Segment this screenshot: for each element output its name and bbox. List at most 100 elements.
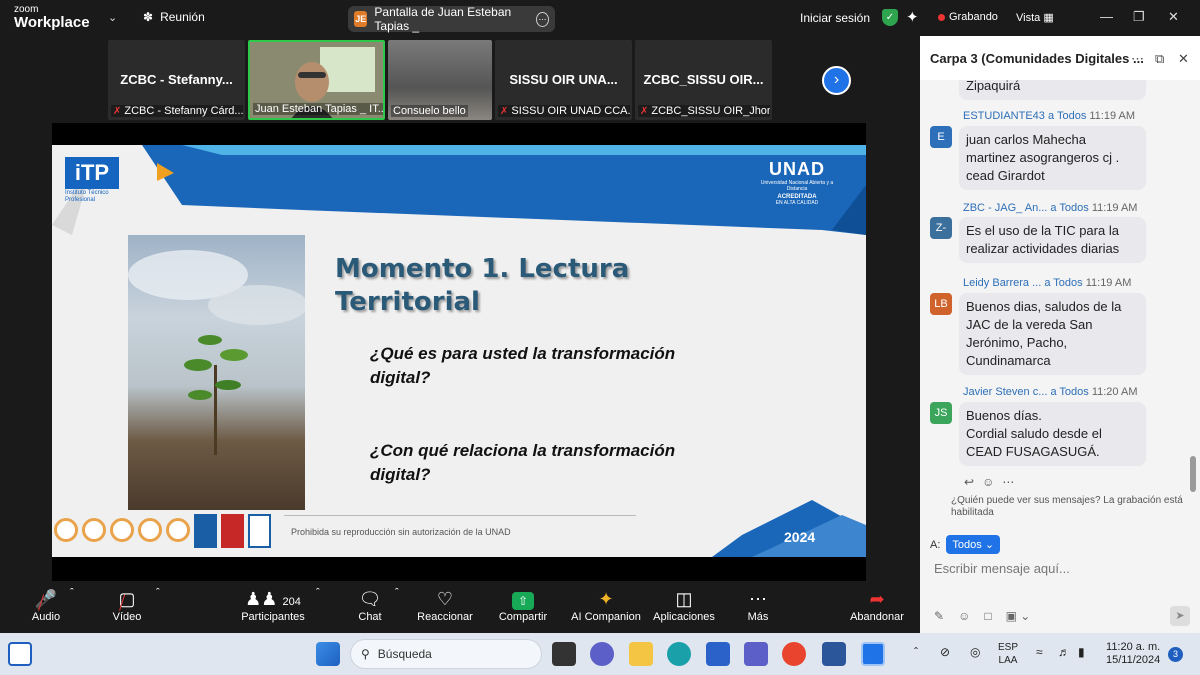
ai-sparkle-icon[interactable]: ✦ [906,8,919,26]
encryption-shield-icon[interactable]: ✓ [882,9,898,26]
clock[interactable]: 11:20 a. m. 15/11/2024 [1106,641,1160,667]
network-off-icon[interactable]: ⊘ [940,646,950,659]
certification-seal-icon [82,518,106,542]
message-text: Buenos dias, saludos de la JAC de la ver… [966,299,1122,368]
leave-button[interactable]: ➦ Abandonar [848,587,906,623]
sapling-photo [128,235,305,510]
more-options-icon[interactable]: ⋯ [536,11,549,27]
chat-tools: ✎ ☺ □ ▣ ⌄ [934,609,1030,623]
reply-icon[interactable]: ↩ [964,475,974,489]
chrome-icon[interactable] [782,642,806,666]
more-options-icon[interactable]: ⋯ [1131,51,1144,67]
send-icon[interactable]: ➤ [1170,606,1190,626]
meet-icon[interactable] [590,642,614,666]
windows-start-icon[interactable] [316,642,340,666]
language-indicator[interactable]: ESP LAA [998,641,1018,667]
wifi-icon[interactable]: ≈ [1036,646,1043,659]
volume-icon[interactable]: ♬ [1058,646,1070,659]
view-button[interactable]: Vista ▦ [1016,11,1054,24]
recording-indicator[interactable]: Grabando [938,11,998,23]
language-code: ESP [998,642,1019,653]
apps-button[interactable]: ◫ Aplicaciones [652,587,716,623]
certification-seal-icon [166,518,190,542]
ai-companion-button[interactable]: ✦ AI Companion [570,587,642,623]
screenshot-icon[interactable]: ▣ ⌄ [1006,609,1031,623]
format-icon[interactable]: ✎ [934,609,944,623]
file-explorer-icon[interactable] [629,642,653,666]
video-button[interactable]: ▢ ⧸ Vídeo [110,587,144,623]
sender-name[interactable]: Javier Steven c... [963,386,1047,398]
chat-button[interactable]: 🗨 Chat [354,587,386,623]
more-button[interactable]: ⋯ Más [743,587,773,623]
chevron-down-icon[interactable]: ⌄ [108,11,117,24]
react-button[interactable]: ♡ Reaccionar [416,587,474,623]
share-label: Compartir [498,611,548,623]
participants-label: Participantes [241,611,305,623]
chat-scrollbar[interactable] [1190,456,1196,492]
recipient-dropdown[interactable]: Todos ⌄ [946,535,1001,554]
popout-icon[interactable]: ⧉ [1155,51,1164,67]
meeting-menu[interactable]: ✽ Reunión [143,10,205,24]
minimize-icon[interactable]: — [1100,9,1113,24]
audio-button[interactable]: 🎤 ⧸ Audio [30,587,62,623]
video-options-icon[interactable]: ˆ [156,587,160,599]
participant-tile[interactable]: ZCBC_SISSU OIR... ✗ ZCBC_SISSU OIR_Jhon..… [635,40,772,120]
sender-name[interactable]: Leidy Barrera ... [963,277,1041,289]
word-icon[interactable] [822,642,846,666]
more-icon[interactable]: ⋯ [1002,475,1014,489]
participant-tile[interactable]: Consuelo bello [388,40,492,120]
participants-options-icon[interactable]: ˆ [316,587,320,599]
chat-input[interactable]: Escribir mensaje aquí... [934,561,1070,576]
sender-name[interactable]: ZBC - JAG_ An... [963,202,1047,214]
timestamp: 11:19 AM [1085,277,1132,289]
zoom-logo[interactable]: zoom Workplace [14,5,90,31]
emoji-icon[interactable]: ☺ [958,609,970,623]
zoom-window: zoom Workplace ⌄ ✽ Reunión JE Pantalla d… [0,0,1200,675]
record-dot-icon [938,13,945,21]
privacy-notice[interactable]: ¿Quién puede ver sus mensajes? La grabac… [934,495,1192,519]
recording-label: Grabando [949,11,998,23]
store-icon[interactable] [706,642,730,666]
share-button[interactable]: ⇧ Compartir [496,587,550,623]
battery-icon[interactable]: ▮ [1078,646,1085,659]
chat-messages[interactable]: Zipaquirá ESTUDIANTE43 a Todos 11:19 AM … [920,80,1190,500]
title-bar-right: Grabando Vista ▦ — ❐ ✕ [920,0,1200,36]
close-icon[interactable]: ✕ [1178,51,1189,67]
close-window-icon[interactable]: ✕ [1168,9,1179,25]
message-meta: ZBC - JAG_ An... a Todos 11:19 AM [963,202,1137,214]
itp-logo-mark: iTP [65,157,119,189]
restore-icon[interactable]: ❐ [1133,9,1145,25]
signin-link[interactable]: Iniciar sesión [800,11,870,25]
zoom-app-icon[interactable] [861,642,885,666]
chat-options-icon[interactable]: ˆ [395,587,399,599]
paw-icon: ✽ [143,10,154,24]
teams-icon[interactable] [744,642,768,666]
desktop-widget-icon[interactable] [8,642,32,666]
location-icon[interactable]: ◎ [970,646,980,659]
certification-logos [54,514,271,548]
participant-tile-active[interactable]: Juan Esteban Tapias _ IT... [248,40,385,120]
avatar: LB [930,293,952,315]
emoji-react-icon[interactable]: ☺ [982,475,994,489]
view-label: Vista [1016,12,1041,24]
next-page-icon[interactable]: › [822,66,851,95]
edge-icon[interactable] [667,642,691,666]
taskbar-search[interactable]: ⚲ Búsqueda [350,639,542,669]
file-icon[interactable]: □ [984,609,991,623]
participants-button[interactable]: ♟♟ 204 Participantes [240,587,306,623]
question-line: digital? [370,465,431,484]
tray-chevron-icon[interactable]: ˆ [914,646,918,659]
screen-share-pill[interactable]: JE Pantalla de Juan Esteban Tapias _ ⋯ [348,5,555,33]
chat-input-placeholder: Escribir mensaje aquí... [934,561,1070,576]
sender-name[interactable]: ESTUDIANTE43 [963,110,1045,122]
unad-logo-subtitle: Universidad Nacional Abierta y a Distanc… [760,180,834,192]
task-view-icon[interactable] [552,642,576,666]
audio-options-icon[interactable]: ˆ [70,587,74,599]
participant-tile[interactable]: SISSU OIR UNA... ✗ SISSU OIR UNAD CCA... [495,40,632,120]
chat-icon: 🗨 [358,589,382,609]
participant-label: Juan Esteban Tapias _ IT... [255,103,385,115]
participant-tile[interactable]: ZCBC - Stefanny... ✗ ZCBC - Stefanny Cárd… [108,40,245,120]
chat-bubble: Buenos días. Cordial saludo desde el CEA… [959,402,1146,466]
meeting-label: Reunión [160,10,205,24]
notification-badge[interactable]: 3 [1168,647,1183,662]
